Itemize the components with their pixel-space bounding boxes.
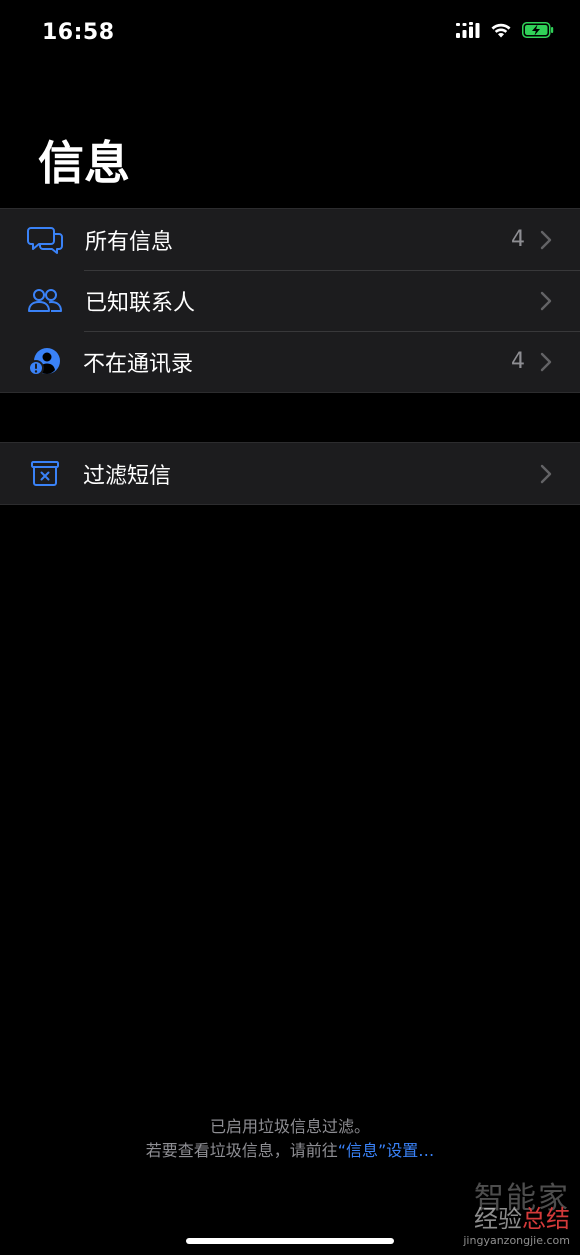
status-icons: [456, 22, 554, 38]
page-title: 信息: [38, 136, 130, 190]
status-time: 16:58: [42, 20, 115, 45]
chat-bubbles-icon: [26, 223, 64, 257]
chevron-right-icon: [540, 352, 552, 372]
filter-row-all-messages[interactable]: 所有信息 4: [0, 209, 580, 270]
status-bar: 16:58: [0, 0, 580, 70]
home-indicator[interactable]: [186, 1238, 394, 1244]
junk-filter-footer: 已启用垃圾信息过滤。 若要查看垃圾信息，请前往“信息”设置…: [0, 1115, 580, 1163]
chevron-right-icon: [540, 230, 552, 250]
footer-text: 若要查看垃圾信息，请前往: [145, 1141, 338, 1160]
filter-row-unknown-senders[interactable]: 不在通讯录 4: [0, 331, 580, 392]
junk-box-icon: [26, 457, 64, 491]
filter-row-junk[interactable]: 过滤短信: [0, 443, 580, 504]
people-icon: [26, 284, 64, 318]
watermark-main: 经验总结: [463, 1199, 570, 1234]
unknown-person-icon: [26, 345, 64, 379]
filter-row-known-contacts[interactable]: 已知联系人: [0, 270, 580, 331]
filter-count: 4: [511, 227, 525, 252]
battery-charging-icon: [522, 22, 554, 38]
messages-settings-link[interactable]: “信息”设置…: [338, 1141, 435, 1160]
filter-list: 所有信息 4 已知联系人 不在通讯录 4: [0, 208, 580, 393]
footer-line-2: 若要查看垃圾信息，请前往“信息”设置…: [0, 1139, 580, 1163]
wifi-icon: [490, 22, 512, 38]
watermark-main-a: 经验: [474, 1205, 522, 1233]
filter-label: 过滤短信: [83, 463, 172, 489]
filter-label: 不在通讯录: [83, 351, 194, 377]
junk-list: 过滤短信: [0, 442, 580, 505]
watermark-main-b: 总结: [522, 1205, 570, 1233]
footer-line-1: 已启用垃圾信息过滤。: [209, 1117, 370, 1136]
watermark: 智能家 经验总结 jingyanzongjie.com: [463, 1173, 570, 1247]
chevron-right-icon: [540, 464, 552, 484]
filter-label: 所有信息: [85, 229, 174, 255]
filter-label: 已知联系人: [85, 290, 196, 316]
watermark-url: jingyanzongjie.com: [463, 1234, 570, 1247]
chevron-right-icon: [540, 291, 552, 311]
filter-count: 4: [511, 349, 525, 374]
cellular-signal-icon: [456, 22, 480, 38]
